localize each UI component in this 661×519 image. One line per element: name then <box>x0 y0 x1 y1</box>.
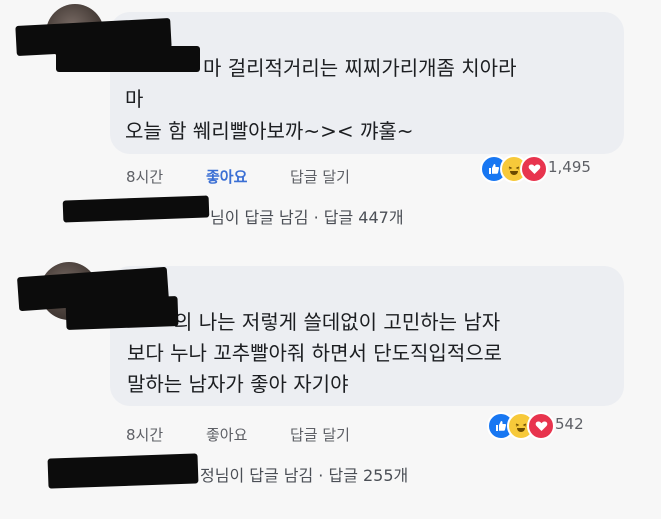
reply-button[interactable]: 답글 달기 <box>290 424 350 445</box>
comment-timestamp[interactable]: 8시간 <box>126 166 163 187</box>
comment-actions: 8시간 좋아요 답글 달기 <box>126 424 426 444</box>
comment-text-line: 말하는 남자가 좋아 자기야 <box>127 372 349 396</box>
reaction-summary[interactable]: 1,495 <box>480 155 620 183</box>
reaction-count: 1,495 <box>548 158 591 176</box>
comment-text-line: 보다 누나 꼬추빨아줘 하면서 단도직입적으로 <box>127 341 503 365</box>
comment-actions: 8시간 좋아요 답글 달기 <box>126 166 426 186</box>
reply-button[interactable]: 답글 달기 <box>290 166 350 187</box>
love-icon <box>520 155 548 183</box>
reply-summary-link[interactable]: 님이 답글 남김 · 답글 447개 <box>210 204 404 228</box>
comment-text-line: 마 걸리적거리는 찌찌가리개좀 치아라 <box>203 56 517 80</box>
reaction-count: 542 <box>555 415 584 433</box>
redaction-bar <box>62 195 210 223</box>
like-button[interactable]: 좋아요 <box>206 424 247 445</box>
reply-summary-link[interactable]: 정님이 답글 남김 · 답글 255개 <box>200 462 408 486</box>
comment-timestamp[interactable]: 8시간 <box>126 424 163 445</box>
redaction-bar <box>65 296 179 330</box>
comment-text-line: 의 나는 저렇게 쓸데없이 고민하는 남자 <box>174 310 501 334</box>
like-button[interactable]: 좋아요 <box>206 166 247 187</box>
redaction-bar <box>47 453 199 489</box>
reaction-summary[interactable]: 542 <box>487 412 617 440</box>
comment-text-line: 오늘 함 쒜리빨아보까~>< 꺄훌~ <box>125 119 414 143</box>
redaction-bar <box>56 46 200 72</box>
comment-text-line: 마 <box>125 87 144 111</box>
love-icon <box>527 412 555 440</box>
